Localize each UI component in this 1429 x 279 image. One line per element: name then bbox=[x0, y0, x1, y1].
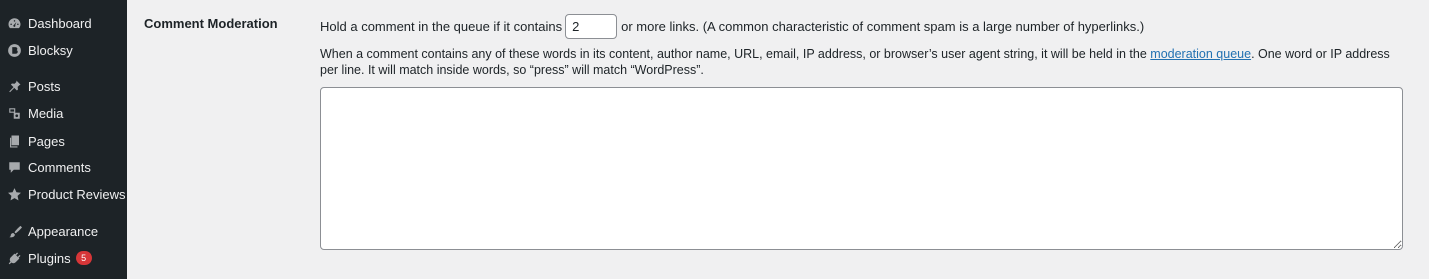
menu-item-product-reviews[interactable]: Product Reviews bbox=[0, 181, 127, 207]
links-suffix-text: or more links. (A common characteristic … bbox=[621, 18, 1145, 34]
dashboard-icon bbox=[6, 15, 22, 31]
menu-item-label: Blocksy bbox=[28, 42, 73, 58]
menu-item-label: Product Reviews bbox=[28, 186, 126, 202]
moderation-keys-textarea[interactable] bbox=[320, 87, 1403, 250]
menu-item-label: Plugins bbox=[28, 250, 71, 266]
menu-item-label: Comments bbox=[28, 159, 91, 175]
menu-item-comments[interactable]: Comments bbox=[0, 154, 127, 180]
menu-item-media[interactable]: Media bbox=[0, 100, 127, 126]
menu-item-posts[interactable]: Posts bbox=[0, 73, 127, 99]
settings-main: Comment Moderation Hold a comment in the… bbox=[127, 0, 1429, 279]
menu-item-plugins[interactable]: Plugins 5 bbox=[0, 245, 127, 271]
menu-item-label: Appearance bbox=[28, 223, 99, 239]
links-threshold-row: Hold a comment in the queue if it contai… bbox=[320, 13, 1144, 39]
media-icon bbox=[6, 105, 22, 121]
pin-icon bbox=[6, 78, 22, 94]
menu-item-dashboard[interactable]: Dashboard bbox=[0, 10, 127, 36]
moderation-queue-link[interactable]: moderation queue bbox=[1150, 47, 1251, 61]
admin-sidebar: Dashboard Blocksy Posts Media Pages Comm… bbox=[0, 0, 127, 279]
comment-moderation-label: Comment Moderation bbox=[144, 16, 278, 31]
menu-item-label: Dashboard bbox=[28, 15, 92, 31]
pages-icon bbox=[6, 133, 22, 149]
menu-item-label: Media bbox=[28, 105, 64, 121]
menu-item-blocksy[interactable]: Blocksy bbox=[0, 37, 127, 63]
links-threshold-input[interactable] bbox=[565, 13, 618, 39]
menu-item-label: Posts bbox=[28, 78, 61, 94]
star-icon bbox=[6, 186, 22, 202]
comment-icon bbox=[6, 159, 22, 175]
menu-item-label: Pages bbox=[28, 133, 65, 149]
links-prefix-text: Hold a comment in the queue if it contai… bbox=[320, 18, 563, 34]
menu-item-appearance[interactable]: Appearance bbox=[0, 218, 127, 244]
moderation-keys-description: When a comment contains any of these wor… bbox=[320, 46, 1398, 78]
brush-icon bbox=[6, 223, 22, 239]
menu-item-pages[interactable]: Pages bbox=[0, 128, 127, 154]
plugin-update-count-badge: 5 bbox=[75, 251, 92, 265]
description-text-before: When a comment contains any of these wor… bbox=[320, 47, 1151, 61]
plugin-icon bbox=[6, 250, 22, 266]
blocksy-icon bbox=[6, 42, 22, 58]
